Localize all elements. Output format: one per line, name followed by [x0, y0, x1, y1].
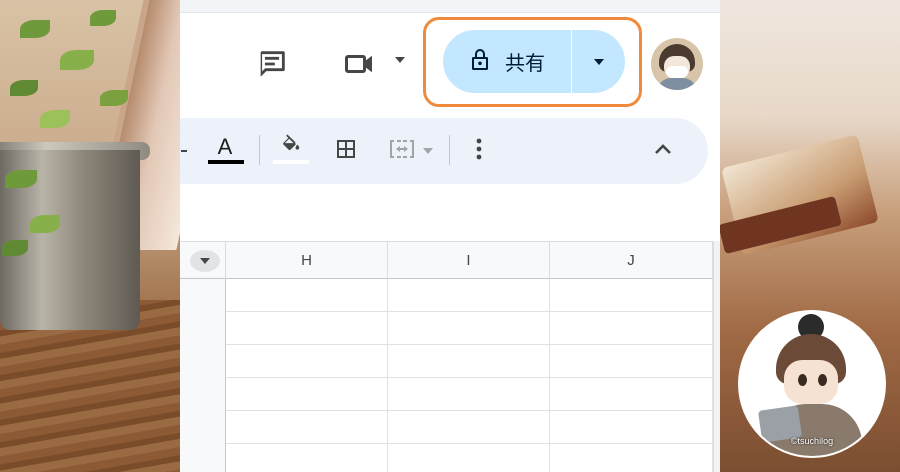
caret-down-icon — [422, 142, 434, 160]
watermark-credit: ©tsuchilog — [790, 436, 834, 446]
toolbar-overflow-left — [180, 118, 188, 184]
cell[interactable] — [388, 411, 550, 444]
table-row — [180, 444, 720, 472]
more-vert-icon — [476, 138, 482, 165]
chevron-up-icon — [654, 142, 672, 160]
row-header-corner — [180, 242, 226, 279]
watermark-eye — [798, 374, 807, 386]
caret-down-icon — [394, 56, 406, 64]
row-header[interactable] — [180, 444, 226, 472]
merge-cells-button[interactable] — [380, 118, 442, 184]
text-color-button[interactable]: A — [206, 118, 244, 184]
cell[interactable] — [550, 444, 713, 472]
background-photo-left — [0, 0, 180, 472]
plant-leaf — [40, 110, 70, 128]
toolbar-divider — [259, 135, 260, 165]
text-color-swatch — [208, 160, 244, 164]
sheet-rows — [180, 279, 720, 472]
comment-icon — [255, 47, 289, 81]
share-label: 共有 — [505, 53, 545, 75]
cell[interactable] — [550, 378, 713, 411]
table-row — [180, 312, 720, 345]
cell[interactable] — [550, 279, 713, 312]
table-row — [180, 378, 720, 411]
column-header-j[interactable]: J — [550, 242, 713, 279]
row-header[interactable] — [180, 411, 226, 444]
share-menu-button[interactable] — [572, 30, 625, 93]
cell[interactable] — [550, 411, 713, 444]
borders-button[interactable] — [328, 118, 364, 184]
cell[interactable] — [388, 444, 550, 472]
cell[interactable] — [226, 411, 388, 444]
videocam-icon — [342, 46, 378, 82]
share-divider — [571, 30, 572, 93]
cell[interactable] — [388, 279, 550, 312]
plant-leaf — [20, 20, 50, 38]
plant-leaf — [30, 215, 60, 233]
merge-cells-icon — [388, 137, 416, 166]
cell[interactable] — [226, 279, 388, 312]
row-header[interactable] — [180, 279, 226, 312]
share-button[interactable]: 共有 — [443, 30, 571, 93]
plant-leaf — [5, 170, 37, 188]
borders-icon — [334, 137, 358, 166]
row-header[interactable] — [180, 345, 226, 378]
select-all-dropdown[interactable] — [190, 250, 220, 272]
cell[interactable] — [388, 378, 550, 411]
cell[interactable] — [226, 345, 388, 378]
paint-bucket-icon — [280, 133, 302, 161]
comments-button[interactable] — [252, 44, 292, 84]
meet-dropdown-button[interactable] — [392, 50, 408, 70]
table-row — [180, 279, 720, 312]
cell[interactable] — [388, 345, 550, 378]
plant-leaf — [100, 90, 128, 106]
row-header[interactable] — [180, 378, 226, 411]
cell[interactable] — [226, 444, 388, 472]
column-header-i[interactable]: I — [388, 242, 550, 279]
avatar-mask — [666, 66, 688, 78]
cell[interactable] — [550, 312, 713, 345]
cell[interactable] — [226, 312, 388, 345]
column-header-row: H I J — [180, 241, 720, 279]
window-top-edge — [180, 0, 720, 13]
avatar-body — [657, 78, 697, 90]
plant-leaf — [90, 10, 116, 26]
spreadsheet-app: 共有 A H I J — [180, 0, 720, 472]
more-options-button[interactable] — [466, 118, 492, 184]
text-color-icon: A — [217, 134, 233, 159]
row-header[interactable] — [180, 312, 226, 345]
plant-leaf — [2, 240, 28, 256]
plant-leaf — [10, 80, 38, 96]
fill-color-button[interactable] — [272, 118, 310, 184]
lock-icon — [469, 47, 491, 77]
cell[interactable] — [388, 312, 550, 345]
author-watermark: ©tsuchilog — [740, 312, 884, 456]
caret-down-icon — [593, 53, 605, 71]
fill-color-swatch — [273, 160, 309, 164]
table-row — [180, 411, 720, 444]
collapse-toolbar-button[interactable] — [646, 118, 680, 184]
watermark-eye — [818, 374, 827, 386]
toolbar-divider — [449, 135, 450, 165]
plant-leaf — [60, 50, 94, 70]
meet-button[interactable] — [340, 44, 380, 84]
share-button-group: 共有 — [443, 30, 625, 93]
cell[interactable] — [550, 345, 713, 378]
account-avatar[interactable] — [651, 38, 703, 90]
table-row — [180, 345, 720, 378]
vertical-scrollbar[interactable] — [713, 241, 720, 472]
cell[interactable] — [226, 378, 388, 411]
sheet-grid: H I J — [180, 241, 720, 472]
column-header-h[interactable]: H — [226, 242, 388, 279]
watermark-face — [784, 360, 838, 404]
